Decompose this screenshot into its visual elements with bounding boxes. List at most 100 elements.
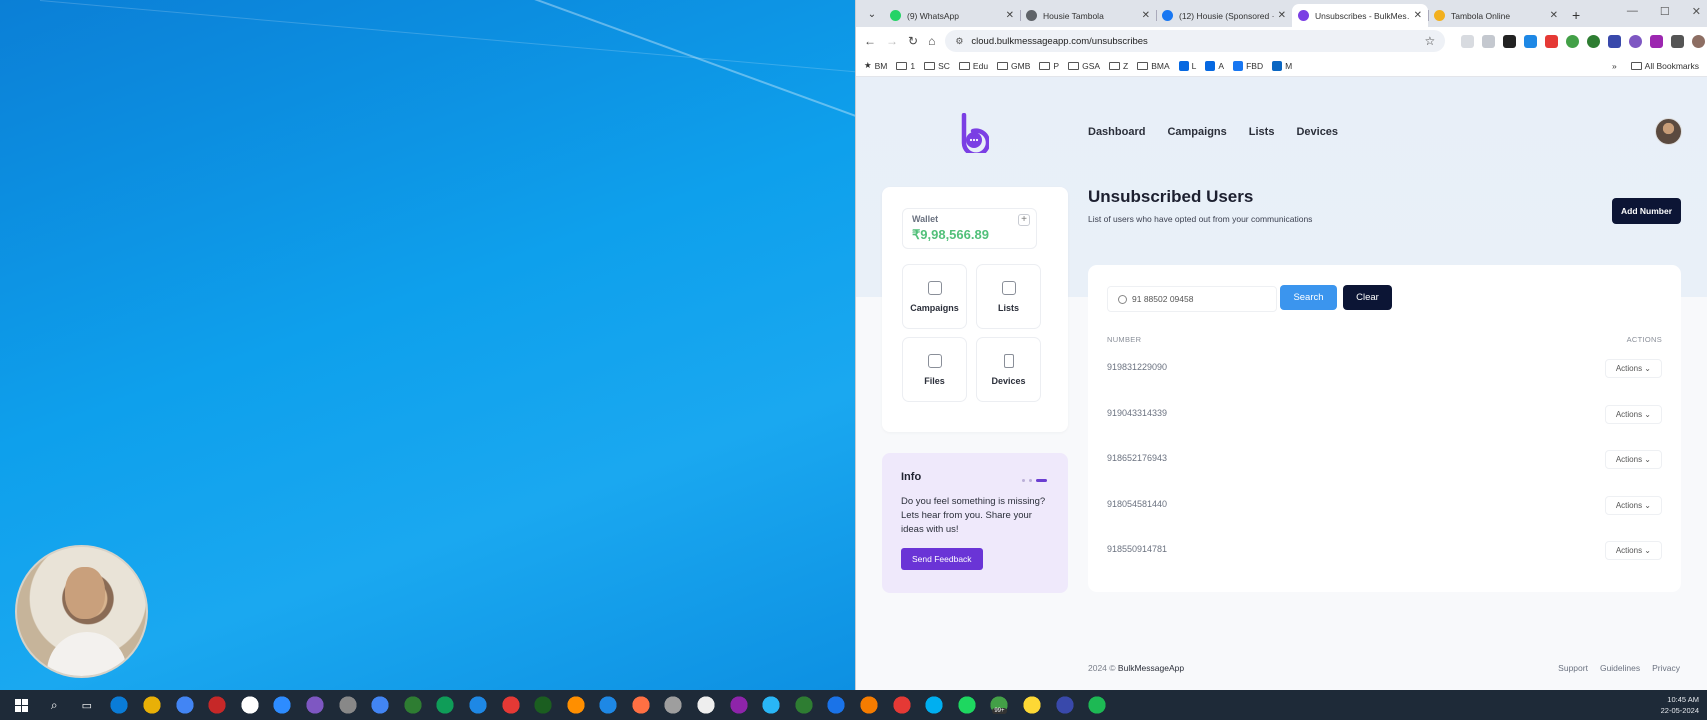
extension-icon[interactable] [1503,34,1517,48]
forward-icon[interactable]: → [886,34,898,48]
taskbar-app-icon[interactable] [1021,694,1043,716]
bookmark-item[interactable]: FBD [1233,60,1263,71]
taskbar-app-icon[interactable] [629,694,652,716]
taskbar-app-icon[interactable] [923,694,946,716]
browser-tab[interactable]: (9) WhatsApp ✕ [884,4,1020,27]
actions-dropdown[interactable]: Actions ⌄ [1604,541,1662,560]
bookmark-item[interactable]: 1 [896,61,915,71]
footer-support-link[interactable]: Support [1558,663,1588,673]
carousel-dots[interactable] [1022,479,1047,482]
new-tab-button[interactable]: + [1572,7,1580,23]
profile-avatar-icon[interactable] [1692,34,1706,48]
start-windows-icon[interactable] [11,694,33,716]
reload-icon[interactable]: ↻ [908,34,918,48]
close-tab-icon[interactable]: ✕ [1414,10,1422,21]
extension-icon[interactable] [1524,34,1538,48]
bookmark-item[interactable]: GMB [997,61,1030,71]
clear-button[interactable]: Clear [1343,285,1392,310]
browser-tab[interactable]: (12) Housie (Sponsored · ✕ [1156,4,1292,27]
minimize-icon[interactable]: — [1627,5,1638,18]
taskbar-app-icon[interactable] [890,694,913,716]
bulkmessageapp-logo[interactable] [959,113,989,153]
extension-icon[interactable] [1566,34,1580,48]
taskbar-app-icon[interactable] [173,694,196,716]
extension-icon[interactable] [1461,34,1475,48]
actions-dropdown[interactable]: Actions ⌄ [1604,359,1662,378]
nav-lists[interactable]: Lists [1249,126,1275,138]
close-tab-icon[interactable]: ✕ [1278,10,1286,21]
add-number-button[interactable]: Add Number [1612,198,1681,224]
search-icon[interactable]: ⌕ [43,694,65,716]
send-feedback-button[interactable]: Send Feedback [901,548,983,570]
taskbar-app-icon[interactable] [1086,694,1109,716]
back-icon[interactable]: ← [864,34,876,48]
nav-devices[interactable]: Devices [1296,126,1338,138]
close-tab-icon[interactable]: ✕ [1142,10,1150,21]
bookmark-item[interactable]: P [1039,61,1059,71]
url-omnibox[interactable]: ⚙ cloud.bulkmessageapp.com/unsubscribes … [945,30,1446,52]
bookmark-item[interactable]: M [1272,60,1292,71]
site-info-icon[interactable]: ⚙ [955,36,963,47]
taskbar-app-icon[interactable] [434,694,457,716]
bookmark-item[interactable]: A [1205,60,1224,71]
taskbar-app-icon[interactable] [760,694,783,716]
taskbar-app-icon[interactable] [597,694,620,716]
search-button[interactable]: Search [1280,285,1337,310]
footer-guidelines-link[interactable]: Guidelines [1600,663,1640,673]
taskbar-app-icon[interactable] [532,694,555,716]
tab-search-chevron-icon[interactable]: ⌄ [860,4,884,24]
browser-tab[interactable]: Unsubscribes - BulkMes… ✕ [1292,4,1428,27]
more-bookmarks-icon[interactable]: » [1612,61,1617,71]
tile-devices[interactable]: Devices [976,337,1041,402]
extension-icon[interactable] [1587,34,1601,48]
maximize-icon[interactable]: ☐ [1660,5,1670,18]
taskbar-app-icon[interactable] [858,694,881,716]
taskbar-app-icon[interactable] [271,694,294,716]
browser-tab[interactable]: Housie Tambola ✕ [1020,4,1156,27]
taskbar-app-icon[interactable] [792,694,815,716]
taskbar-app-icon[interactable] [238,694,261,716]
bookmark-item[interactable]: SC [924,61,950,71]
all-bookmarks-link[interactable]: All Bookmarks [1630,61,1699,71]
extension-icon[interactable] [1650,34,1664,48]
taskbar-app-icon[interactable] [466,694,489,716]
taskbar-app-icon[interactable] [108,694,131,716]
close-tab-icon[interactable]: ✕ [1550,10,1558,21]
bookmark-item[interactable]: ★ BM [864,60,887,71]
bookmark-item[interactable]: Z [1109,61,1128,71]
taskbar-app-icon[interactable] [825,694,848,716]
browser-tab[interactable]: Tambola Online ✕ [1428,4,1564,27]
taskbar-app-icon[interactable] [369,694,392,716]
system-clock[interactable]: 10:45 AM 22-05-2024 [1661,694,1699,716]
tile-campaigns[interactable]: Campaigns [902,264,967,329]
actions-dropdown[interactable]: Actions ⌄ [1604,495,1662,515]
close-window-icon[interactable]: ✕ [1692,5,1701,18]
taskbar-app-icon[interactable] [303,694,326,716]
extensions-puzzle-icon[interactable] [1671,34,1685,48]
taskbar-app-icon[interactable] [336,694,359,716]
footer-privacy-link[interactable]: Privacy [1652,663,1680,673]
taskbar-app-icon[interactable] [206,694,229,716]
add-funds-plus-icon[interactable]: + [1018,214,1030,226]
user-avatar[interactable] [1655,118,1682,145]
bookmark-item[interactable]: BMA [1137,61,1170,71]
extension-icon[interactable] [1545,34,1559,48]
taskbar-app-icon[interactable] [140,694,163,716]
actions-dropdown[interactable]: Actions ⌄ [1604,404,1662,424]
search-input[interactable]: 91 88502 09458 [1107,286,1277,312]
actions-dropdown[interactable]: Actions ⌄ [1604,450,1662,469]
bookmark-star-icon[interactable]: ☆ [1425,34,1436,48]
close-tab-icon[interactable]: ✕ [1006,10,1014,21]
footer-brand-link[interactable]: BulkMessageApp [1118,663,1184,673]
extension-icon[interactable] [1482,34,1496,48]
taskbar-app-icon[interactable] [401,694,424,716]
tile-files[interactable]: Files [902,337,967,402]
nav-campaigns[interactable]: Campaigns [1167,126,1226,138]
taskbar-app-icon[interactable] [1053,694,1076,716]
extension-icon[interactable] [1629,34,1643,48]
home-icon[interactable]: ⌂ [928,34,935,48]
taskbar-app-icon[interactable] [564,694,587,716]
bookmark-item[interactable]: Edu [958,61,988,71]
bookmark-item[interactable]: L [1178,60,1196,71]
task-view-icon[interactable]: ▭ [76,694,98,716]
